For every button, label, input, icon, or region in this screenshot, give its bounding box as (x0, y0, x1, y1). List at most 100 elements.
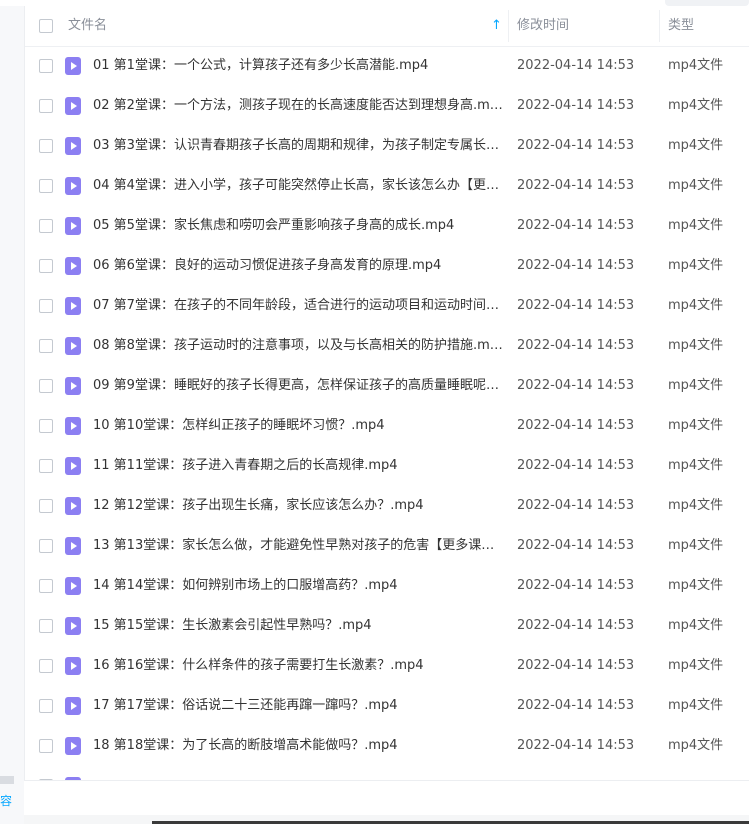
row-checkbox[interactable] (39, 619, 53, 633)
file-row[interactable]: 07 第7堂课：在孩子的不同年龄段，适合进行的运动项目和运动时间【更多... 20… (25, 286, 749, 326)
video-file-icon (65, 537, 81, 555)
column-header-type[interactable]: 类型 (668, 6, 694, 46)
file-row[interactable]: 09 第9堂课：睡眠好的孩子长得更高，怎样保证孩子的高质量睡眠呢？.mp4 202… (25, 366, 749, 406)
file-row[interactable]: 08 第8堂课：孩子运动时的注意事项，以及与长高相关的防护措施.mp4 2022-… (25, 326, 749, 366)
sidebar-link-fragment[interactable]: 容 (0, 792, 12, 809)
file-row[interactable]: 02 第2堂课：一个方法，测孩子现在的长高速度能否达到理想身高.mp4 2022-… (25, 86, 749, 126)
file-row[interactable]: 13 第13堂课：家长怎么做，才能避免性早熟对孩子的危害【更多课程请加... 20… (25, 526, 749, 566)
file-row[interactable]: 11 第11堂课：孩子进入青春期之后的长高规律.mp4 2022-04-14 14… (25, 446, 749, 486)
video-file-icon (65, 457, 81, 475)
file-modified-time: 2022-04-14 14:53 (517, 378, 635, 393)
video-file-icon (65, 657, 81, 675)
column-divider[interactable] (508, 10, 509, 42)
file-row[interactable]: 18 第18堂课：为了长高的断肢增高术能做吗？.mp4 2022-04-14 14… (25, 726, 749, 766)
video-file-icon (65, 337, 81, 355)
file-modified-time: 2022-04-14 14:53 (517, 658, 635, 673)
file-name[interactable]: 01 第1堂课：一个公式，计算孩子还有多少长高潜能.mp4 (93, 46, 503, 86)
row-checkbox[interactable] (39, 539, 53, 553)
file-name[interactable]: 02 第2堂课：一个方法，测孩子现在的长高速度能否达到理想身高.mp4 (93, 86, 503, 126)
file-row[interactable]: 03 第3堂课：认识青春期孩子长高的周期和规律，为孩子制定专属长高计划... 20… (25, 126, 749, 166)
row-checkbox[interactable] (39, 219, 53, 233)
row-checkbox[interactable] (39, 499, 53, 513)
file-modified-time: 2022-04-14 14:53 (517, 258, 635, 273)
file-type: mp4文件 (668, 178, 724, 193)
file-row[interactable]: 04 第4堂课：进入小学，孩子可能突然停止长高，家长该怎么办【更多课程... 20… (25, 166, 749, 206)
row-checkbox[interactable] (39, 699, 53, 713)
file-row[interactable]: 16 第16堂课：什么样条件的孩子需要打生长激素？.mp4 2022-04-14 … (25, 646, 749, 686)
file-modified-time: 2022-04-14 14:53 (517, 58, 635, 73)
file-row[interactable]: 05 第5堂课：家长焦虑和唠叨会严重影响孩子身高的成长.mp4 2022-04-1… (25, 206, 749, 246)
file-type: mp4文件 (668, 698, 724, 713)
row-checkbox[interactable] (39, 139, 53, 153)
row-checkbox[interactable] (39, 379, 53, 393)
video-file-icon (65, 577, 81, 595)
file-row[interactable]: 17 第17堂课：俗话说二十三还能再蹿一蹿吗？.mp4 2022-04-14 14… (25, 686, 749, 726)
file-row[interactable]: 06 第6堂课：良好的运动习惯促进孩子身高发育的原理.mp4 2022-04-14… (25, 246, 749, 286)
file-list: 01 第1堂课：一个公式，计算孩子还有多少长高潜能.mp4 2022-04-14 … (25, 46, 749, 786)
video-file-icon (65, 297, 81, 315)
row-checkbox[interactable] (39, 99, 53, 113)
video-file-icon (65, 217, 81, 235)
file-name[interactable]: 15 第15堂课：生长激素会引起性早熟吗？.mp4 (93, 606, 503, 646)
file-row[interactable]: 12 第12堂课：孩子出现生长痛，家长应该怎么办？.mp4 2022-04-14 … (25, 486, 749, 526)
file-row[interactable]: 01 第1堂课：一个公式，计算孩子还有多少长高潜能.mp4 2022-04-14 … (25, 46, 749, 86)
file-name[interactable]: 13 第13堂课：家长怎么做，才能避免性早熟对孩子的危害【更多课程请加... (93, 526, 503, 566)
file-modified-time: 2022-04-14 14:53 (517, 618, 635, 633)
file-name[interactable]: 18 第18堂课：为了长高的断肢增高术能做吗？.mp4 (93, 726, 503, 766)
column-header-modified[interactable]: 修改时间 (517, 6, 569, 46)
row-checkbox[interactable] (39, 659, 53, 673)
file-modified-time: 2022-04-14 14:53 (517, 178, 635, 193)
file-modified-time: 2022-04-14 14:53 (517, 538, 635, 553)
file-row[interactable]: 14 第14堂课：如何辨别市场上的口服增高药？.mp4 2022-04-14 14… (25, 566, 749, 606)
sidebar-scrollbar[interactable] (0, 776, 14, 784)
file-type: mp4文件 (668, 338, 724, 353)
file-modified-time: 2022-04-14 14:53 (517, 418, 635, 433)
file-name[interactable]: 09 第9堂课：睡眠好的孩子长得更高，怎样保证孩子的高质量睡眠呢？.mp4 (93, 366, 503, 406)
row-checkbox[interactable] (39, 739, 53, 753)
row-checkbox[interactable] (39, 259, 53, 273)
file-name[interactable]: 06 第6堂课：良好的运动习惯促进孩子身高发育的原理.mp4 (93, 246, 503, 286)
file-name[interactable]: 11 第11堂课：孩子进入青春期之后的长高规律.mp4 (93, 446, 503, 486)
row-checkbox[interactable] (39, 579, 53, 593)
file-name[interactable]: 10 第10堂课：怎样纠正孩子的睡眠坏习惯？.mp4 (93, 406, 503, 446)
file-name[interactable]: 12 第12堂课：孩子出现生长痛，家长应该怎么办？.mp4 (93, 486, 503, 526)
video-file-icon (65, 137, 81, 155)
row-checkbox[interactable] (39, 339, 53, 353)
file-list-panel: 文件名 ↑ 修改时间 类型 01 第1堂课：一个公式，计算孩子还有多少长高潜能.… (24, 6, 749, 814)
file-type: mp4文件 (668, 418, 724, 433)
file-name[interactable]: 03 第3堂课：认识青春期孩子长高的周期和规律，为孩子制定专属长高计划... (93, 126, 503, 166)
file-type: mp4文件 (668, 738, 724, 753)
file-modified-time: 2022-04-14 14:53 (517, 298, 635, 313)
file-type: mp4文件 (668, 578, 724, 593)
left-sidebar-edge: 容 (0, 6, 24, 824)
row-checkbox[interactable] (39, 299, 53, 313)
file-type: mp4文件 (668, 658, 724, 673)
row-checkbox[interactable] (39, 59, 53, 73)
select-all-checkbox[interactable] (39, 19, 53, 33)
file-name[interactable]: 16 第16堂课：什么样条件的孩子需要打生长激素？.mp4 (93, 646, 503, 686)
file-name[interactable]: 14 第14堂课：如何辨别市场上的口服增高药？.mp4 (93, 566, 503, 606)
file-name[interactable]: 05 第5堂课：家长焦虑和唠叨会严重影响孩子身高的成长.mp4 (93, 206, 503, 246)
file-modified-time: 2022-04-14 14:53 (517, 738, 635, 753)
file-modified-time: 2022-04-14 14:53 (517, 578, 635, 593)
column-header-name[interactable]: 文件名 (68, 6, 107, 46)
row-checkbox[interactable] (39, 459, 53, 473)
sort-ascending-icon[interactable]: ↑ (491, 6, 502, 46)
file-name[interactable]: 08 第8堂课：孩子运动时的注意事项，以及与长高相关的防护措施.mp4 (93, 326, 503, 366)
file-name[interactable]: 04 第4堂课：进入小学，孩子可能突然停止长高，家长该怎么办【更多课程... (93, 166, 503, 206)
file-modified-time: 2022-04-14 14:53 (517, 218, 635, 233)
file-type: mp4文件 (668, 458, 724, 473)
row-checkbox[interactable] (39, 179, 53, 193)
file-modified-time: 2022-04-14 14:53 (517, 338, 635, 353)
row-checkbox[interactable] (39, 419, 53, 433)
file-row[interactable]: 15 第15堂课：生长激素会引起性早熟吗？.mp4 2022-04-14 14:5… (25, 606, 749, 646)
video-file-icon (65, 377, 81, 395)
file-name[interactable]: 07 第7堂课：在孩子的不同年龄段，适合进行的运动项目和运动时间【更多... (93, 286, 503, 326)
video-file-icon (65, 497, 81, 515)
file-type: mp4文件 (668, 498, 724, 513)
column-divider[interactable] (659, 10, 660, 42)
file-name[interactable]: 17 第17堂课：俗话说二十三还能再蹿一蹿吗？.mp4 (93, 686, 503, 726)
file-row[interactable]: 10 第10堂课：怎样纠正孩子的睡眠坏习惯？.mp4 2022-04-14 14:… (25, 406, 749, 446)
file-type: mp4文件 (668, 618, 724, 633)
file-type: mp4文件 (668, 218, 724, 233)
